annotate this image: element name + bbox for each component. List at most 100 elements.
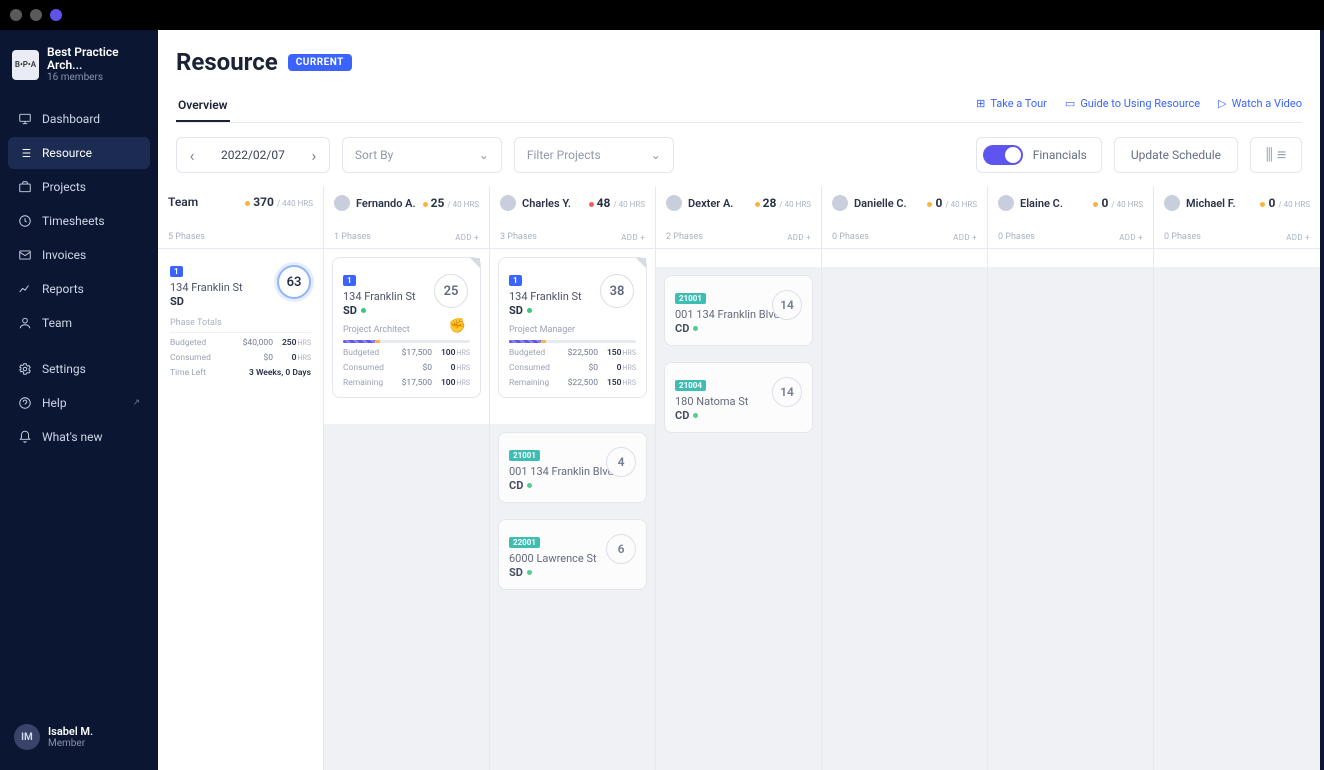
hours-cap: / 40 HRS	[1278, 200, 1310, 209]
nav-projects[interactable]: Projects	[8, 171, 150, 203]
nav-label: What's new	[42, 430, 103, 444]
current-badge: CURRENT	[288, 54, 352, 71]
play-icon: ▷	[1218, 97, 1226, 110]
role-label: Project Manager	[509, 325, 636, 335]
budgeted-value: $17,500	[390, 348, 432, 358]
nav-whatsnew[interactable]: What's new	[8, 421, 150, 453]
phase-card[interactable]: 1 38 134 Franklin St SD Project Manager …	[498, 257, 647, 398]
nav-settings[interactable]: Settings	[8, 353, 150, 385]
phases-count: 5 Phases	[168, 232, 205, 242]
nav-resource[interactable]: Resource	[8, 137, 150, 169]
team-summary-card[interactable]: 1 63 134 Franklin St SD Phase Totals Bud…	[158, 249, 323, 390]
bell-icon	[18, 430, 32, 444]
sort-by-select[interactable]: Sort By ⌄	[342, 137, 502, 173]
filter-projects-select[interactable]: Filter Projects ⌄	[514, 137, 674, 173]
date-value[interactable]: 2022/02/07	[207, 148, 299, 162]
guide-link[interactable]: ▭Guide to Using Resource	[1065, 97, 1200, 110]
phase-card-mini[interactable]: 22001 6 6000 Lawrence St SD	[498, 519, 647, 590]
financials-toggle[interactable]	[983, 145, 1023, 165]
view-options-button[interactable]: ⫼ ≡	[1250, 137, 1302, 173]
consumed-hours: 0	[292, 353, 297, 363]
budgeted-hours: 250	[282, 338, 297, 348]
hours-value: 0	[935, 196, 942, 210]
window-close-icon[interactable]	[10, 9, 22, 21]
phase-card-mini[interactable]: 21001 14 001 134 Franklin Blvd CD	[664, 275, 813, 346]
status-dot-icon	[589, 202, 594, 207]
timeleft-label: Time Left	[170, 368, 249, 378]
nav-dashboard[interactable]: Dashboard	[8, 103, 150, 135]
window-minimize-icon[interactable]	[30, 9, 42, 21]
hours-value: 0	[1101, 196, 1108, 210]
filter-icon: ≡	[1277, 145, 1286, 165]
hrs-unit: HRS	[298, 339, 311, 347]
hours-cap: / 40 HRS	[613, 200, 645, 209]
phase-code: SD	[343, 304, 357, 317]
hours-cap: / 40 HRS	[945, 200, 977, 209]
phase-status-icon	[527, 570, 532, 575]
take-tour-link[interactable]: ⊞Take a Tour	[976, 97, 1047, 110]
phase-code: SD	[509, 566, 523, 579]
consumed-label: Consumed	[343, 363, 390, 373]
status-dot-icon	[423, 202, 428, 207]
workspace-switcher[interactable]: B•P•A Best Practice Arch... 16 members	[8, 40, 150, 97]
budgeted-value: $40,000	[231, 338, 273, 348]
add-phase-button[interactable]: ADD +	[953, 233, 977, 242]
window-maximize-icon[interactable]	[50, 9, 62, 21]
consumed-label: Consumed	[509, 363, 556, 373]
budgeted-value: $22,500	[556, 348, 598, 358]
tab-overview[interactable]: Overview	[176, 90, 230, 122]
date-prev-button[interactable]: ‹	[177, 137, 207, 173]
nav-reports[interactable]: Reports	[8, 273, 150, 305]
project-id-badge: 1	[343, 275, 356, 286]
hrs-unit: HRS	[623, 379, 636, 387]
add-phase-button[interactable]: ADD +	[621, 233, 645, 242]
nav-label: Invoices	[42, 248, 86, 262]
nav-timesheets[interactable]: Timesheets	[8, 205, 150, 237]
phase-card[interactable]: 1 25 134 Franklin St SD Project Architec…	[332, 257, 481, 398]
phase-code: CD	[675, 409, 689, 422]
phase-card-mini[interactable]: 21004 14 180 Natoma St CD	[664, 362, 813, 433]
card-corner-icon	[636, 258, 646, 268]
hours-value: 25	[431, 196, 445, 210]
select-label: Filter Projects	[527, 148, 601, 162]
nav-label: Settings	[42, 362, 86, 376]
hours-value: 0	[1268, 196, 1275, 210]
hours-circle: 25	[434, 274, 468, 308]
remaining-hours: 150	[607, 378, 622, 388]
consumed-label: Consumed	[170, 353, 231, 363]
date-next-button[interactable]: ›	[299, 137, 329, 173]
add-phase-button[interactable]: ADD +	[1119, 233, 1143, 242]
phases-count: 2 Phases	[666, 232, 703, 242]
mail-icon	[18, 248, 32, 262]
nav-label: Help	[42, 396, 67, 410]
hours-value: 48	[597, 196, 611, 210]
consumed-hours: 0	[617, 363, 622, 373]
hrs-unit: HRS	[457, 364, 470, 372]
project-id-badge: 1	[170, 266, 183, 277]
sidebar: B•P•A Best Practice Arch... 16 members D…	[0, 30, 158, 770]
project-id-badge: 21001	[509, 450, 540, 461]
consumed-hours: 0	[451, 363, 456, 373]
hrs-unit: HRS	[457, 379, 470, 387]
user-icon	[18, 316, 32, 330]
consumed-value: $0	[390, 363, 432, 373]
phase-status-icon	[527, 308, 532, 313]
remaining-value: $22,500	[556, 378, 598, 388]
budgeted-label: Budgeted	[170, 338, 231, 348]
user-footer[interactable]: IM Isabel M. Member	[8, 714, 150, 760]
nav-help[interactable]: Help ↗	[8, 387, 150, 419]
nav-team[interactable]: Team	[8, 307, 150, 339]
toolbar: ‹ 2022/02/07 › Sort By ⌄ Filter Projects…	[158, 123, 1320, 187]
hours-cap: / 40 HRS	[779, 200, 811, 209]
phases-count: 3 Phases	[500, 232, 537, 242]
add-phase-button[interactable]: ADD +	[455, 233, 479, 242]
grab-cursor-icon: ✊	[449, 318, 466, 334]
watch-video-link[interactable]: ▷Watch a Video	[1218, 97, 1302, 110]
remaining-label: Remaining	[343, 378, 390, 388]
phase-card-mini[interactable]: 21001 4 001 134 Franklin Blvd CD	[498, 432, 647, 503]
chevron-down-icon: ⌄	[651, 148, 661, 162]
nav-invoices[interactable]: Invoices	[8, 239, 150, 271]
update-schedule-button[interactable]: Update Schedule	[1114, 137, 1238, 173]
add-phase-button[interactable]: ADD +	[787, 233, 811, 242]
add-phase-button[interactable]: ADD +	[1286, 233, 1310, 242]
